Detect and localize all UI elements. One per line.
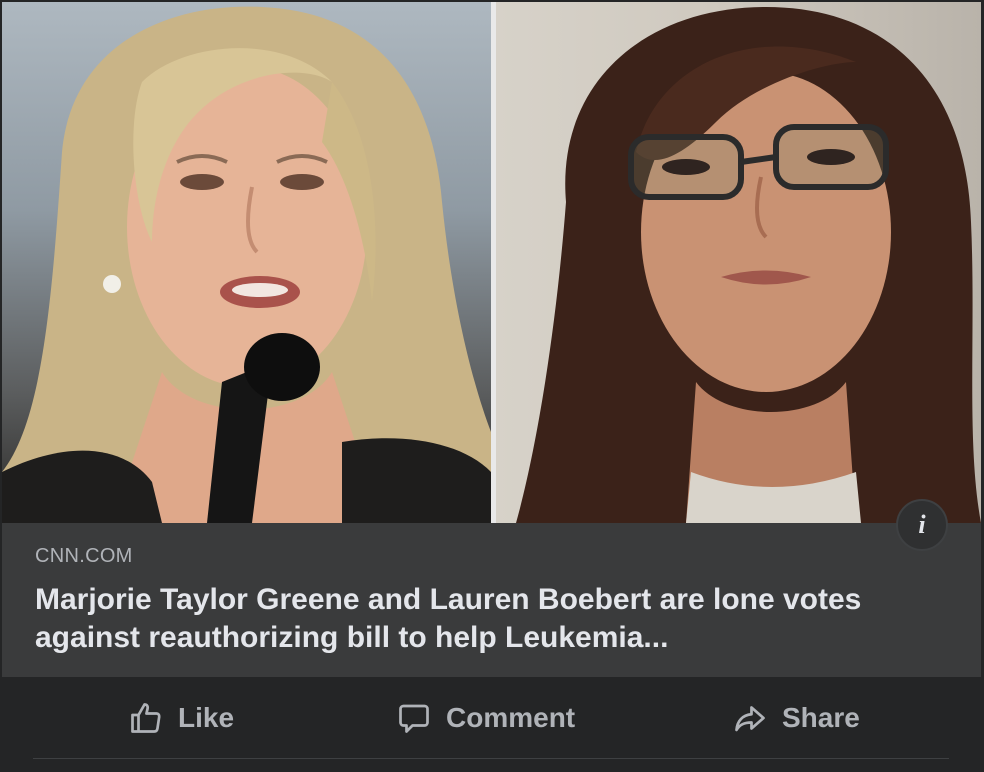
thumbs-up-icon xyxy=(131,703,161,733)
post-image[interactable] xyxy=(2,2,981,523)
share-arrow-icon xyxy=(735,706,765,732)
like-label: Like xyxy=(178,702,235,733)
link-preview[interactable]: CNN.COM Marjorie Taylor Greene and Laure… xyxy=(2,523,981,677)
share-label: Share xyxy=(782,702,860,733)
right-portrait-illustration xyxy=(516,7,981,523)
divider xyxy=(33,758,949,759)
left-portrait-illustration xyxy=(2,6,491,523)
like-button[interactable]: Like xyxy=(128,699,234,737)
info-icon: i xyxy=(918,510,926,539)
link-domain: CNN.COM xyxy=(35,545,133,567)
link-headline: Marjorie Taylor Greene and Lauren Boeber… xyxy=(35,583,862,654)
link-post-card: i CNN.COM Marjorie Taylor Greene and Lau… xyxy=(0,0,984,772)
comment-button[interactable]: Comment xyxy=(396,699,575,737)
speech-bubble-icon xyxy=(399,704,429,733)
comment-label: Comment xyxy=(446,702,576,733)
left-portrait xyxy=(2,2,491,523)
share-button[interactable]: Share xyxy=(732,699,860,737)
info-button[interactable]: i xyxy=(896,499,948,551)
right-portrait xyxy=(496,2,981,523)
post-action-bar: Like Comment Share xyxy=(2,677,981,757)
